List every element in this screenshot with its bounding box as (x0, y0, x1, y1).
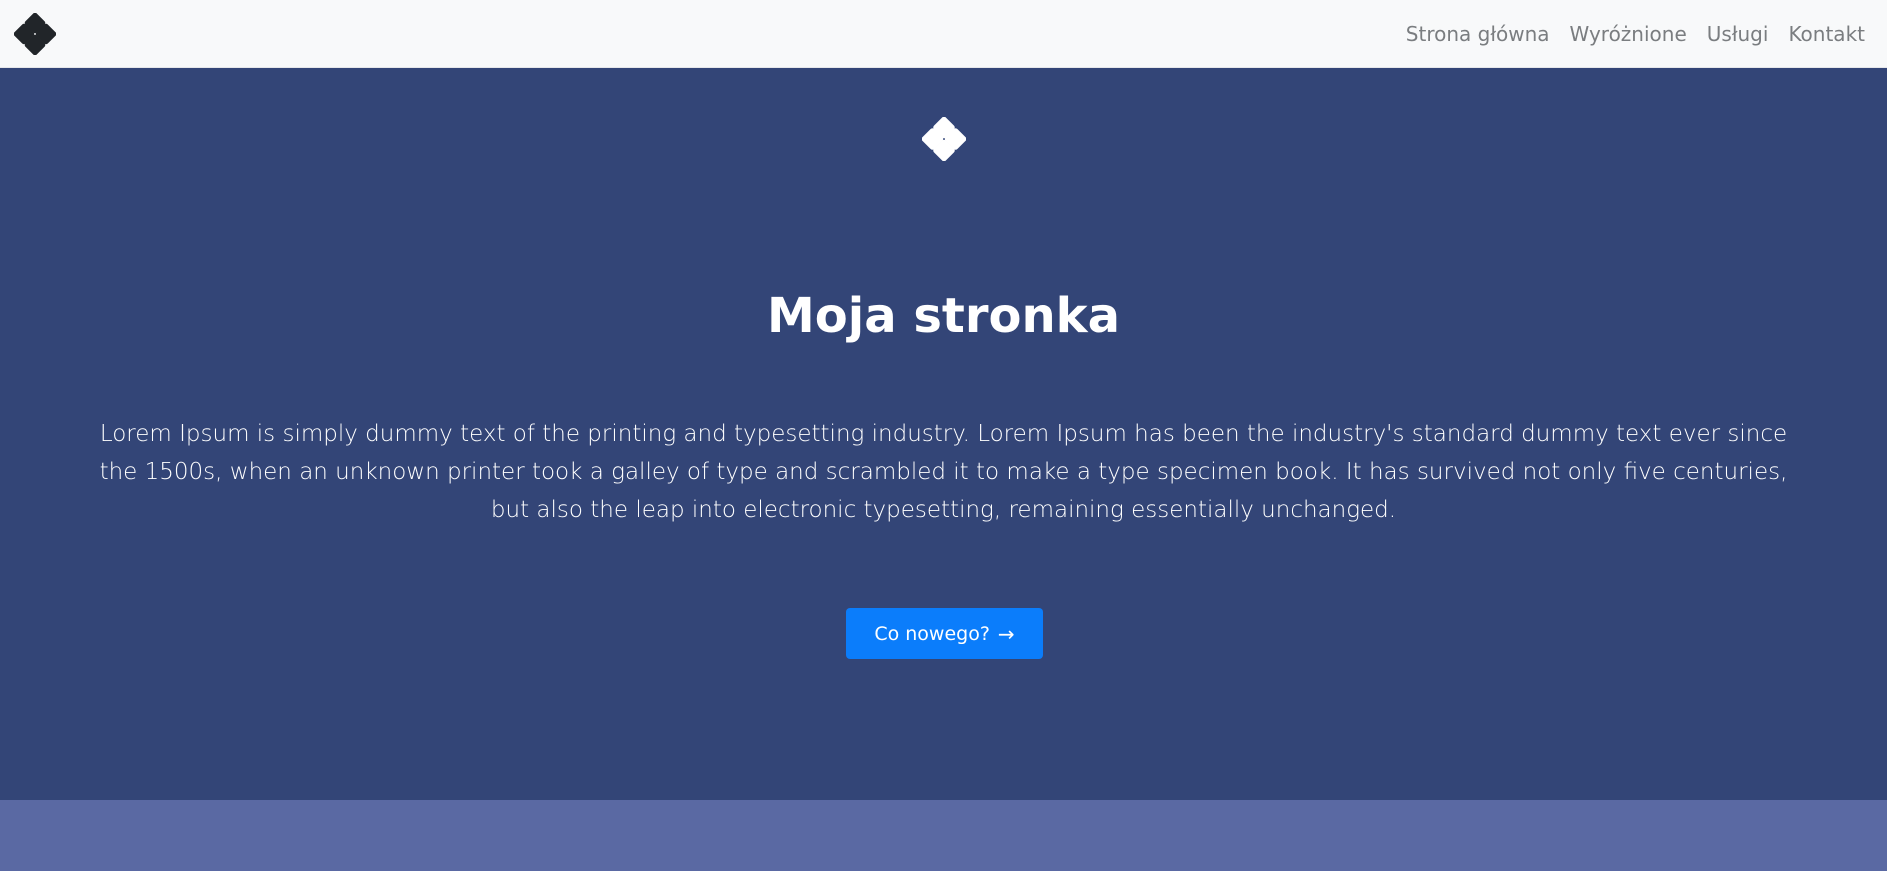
hero-title: Moja stronka (767, 288, 1120, 344)
nav-link-services[interactable]: Usługi (1707, 24, 1769, 44)
nav-link-featured[interactable]: Wyróżnione (1570, 24, 1687, 44)
nav-links: Strona główna Wyróżnione Usługi Kontakt (1406, 0, 1865, 68)
diamond-grid-icon (13, 12, 57, 56)
navbar: Strona główna Wyróżnione Usługi Kontakt (0, 0, 1887, 68)
arrow-right-icon: → (997, 621, 1015, 646)
whats-new-button[interactable]: Co nowego? → (846, 608, 1043, 659)
hero-description: Lorem Ipsum is simply dummy text of the … (99, 421, 1788, 523)
nav-link-contact[interactable]: Kontakt (1788, 24, 1865, 44)
diamond-grid-icon (922, 117, 966, 161)
next-section (0, 800, 1887, 871)
whats-new-button-label: Co nowego? (874, 622, 990, 645)
nav-link-home[interactable]: Strona główna (1406, 24, 1550, 44)
brand-logo-link[interactable] (13, 12, 57, 56)
hero-section: Moja stronka Lorem Ipsum is simply dummy… (0, 68, 1887, 800)
